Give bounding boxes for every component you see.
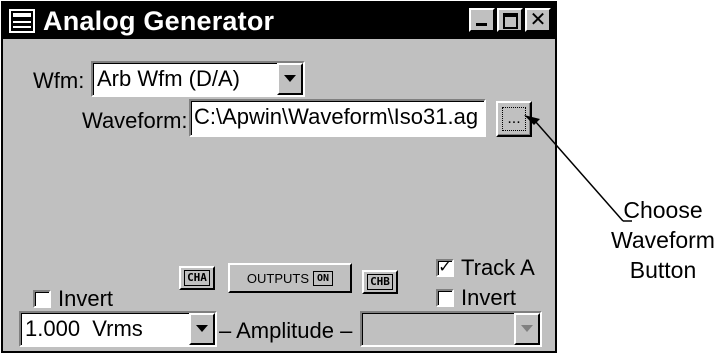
choose-waveform-callout: Choose Waveform Button xyxy=(611,197,715,283)
callout-pointer xyxy=(524,115,632,222)
